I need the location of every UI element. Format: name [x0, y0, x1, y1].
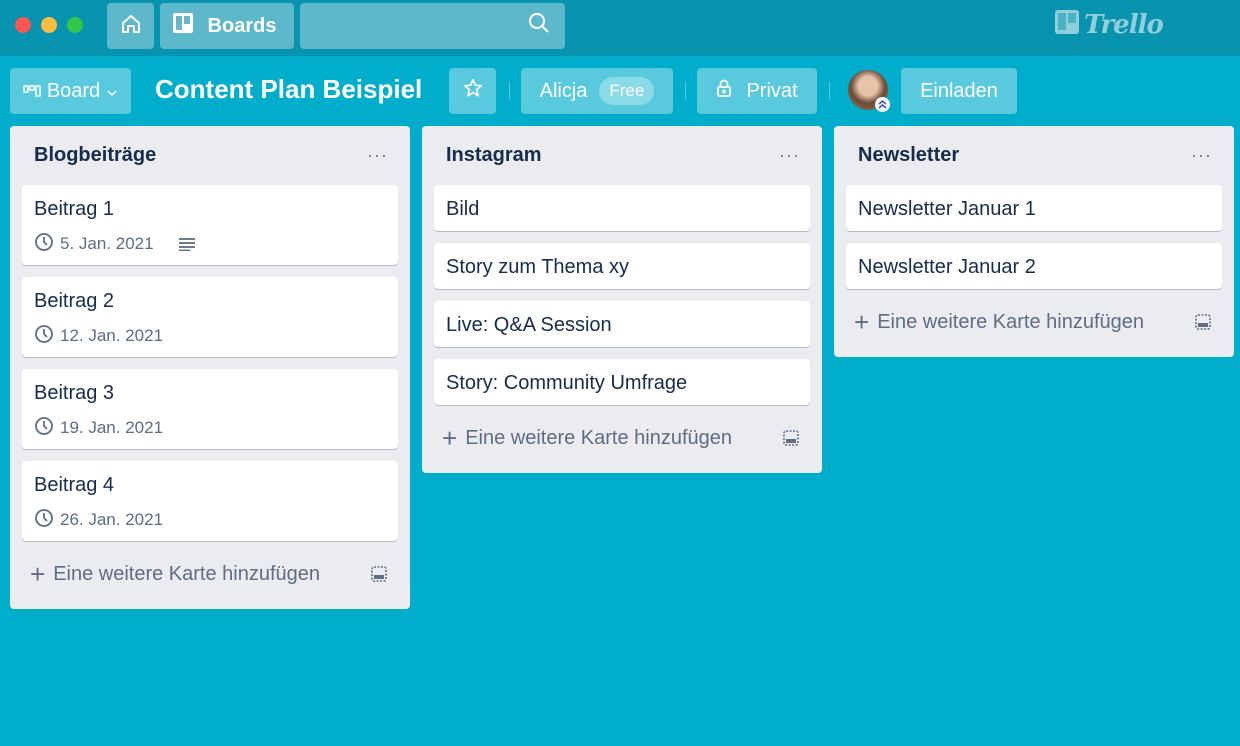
boards-icon — [172, 12, 194, 40]
chevron-down-icon — [106, 80, 118, 103]
card-title: Beitrag 2 — [34, 290, 115, 312]
clock-icon — [34, 232, 54, 257]
add-card-button[interactable]: + Eine weitere Karte hinzufügen — [442, 425, 732, 451]
card-badges: 26. Jan. 2021 — [34, 508, 386, 533]
member-avatar[interactable] — [848, 70, 890, 112]
search-input[interactable] — [300, 3, 565, 49]
list-footer: + Eine weitere Karte hinzufügen — [434, 415, 810, 461]
list-instagram: Instagram ··· Bild Story zum Thema xy Li… — [422, 126, 822, 473]
home-button[interactable] — [107, 3, 154, 49]
trello-logo[interactable]: Trello — [1054, 9, 1164, 40]
list-header: Newsletter ··· — [846, 126, 1222, 185]
card-badges: 19. Jan. 2021 — [34, 416, 386, 441]
list-header: Instagram ··· — [434, 126, 810, 185]
search-icon[interactable] — [528, 12, 550, 39]
boards-button[interactable]: Boards — [160, 3, 294, 49]
trello-logo-text: Trello — [1084, 9, 1164, 40]
list-title[interactable]: Instagram — [446, 144, 542, 167]
card-title: Story: Community Umfrage — [446, 372, 688, 394]
star-board-button[interactable] — [449, 68, 496, 114]
privacy-button[interactable]: Privat — [697, 68, 817, 114]
card-badges: 12. Jan. 2021 — [34, 324, 386, 349]
card[interactable]: Beitrag 1 5. Jan. 2021 — [22, 185, 398, 265]
card[interactable]: Beitrag 2 12. Jan. 2021 — [22, 277, 398, 357]
board-view-label: Board — [46, 79, 101, 102]
due-date: 12. Jan. 2021 — [60, 326, 164, 345]
card-title: Beitrag 4 — [34, 474, 115, 496]
list-footer: + Eine weitere Karte hinzufügen — [846, 299, 1222, 345]
card-template-icon[interactable] — [782, 429, 800, 447]
clock-icon — [34, 508, 54, 533]
card-title: Story zum Thema xy — [446, 256, 630, 278]
window-minimize-button[interactable] — [41, 17, 57, 33]
app-topbar: Boards Trello — [0, 0, 1240, 56]
plus-icon: + — [442, 423, 458, 453]
description-icon — [178, 237, 196, 251]
card-title: Newsletter Januar 2 — [858, 256, 1036, 278]
due-date: 5. Jan. 2021 — [60, 234, 154, 253]
list-menu-button[interactable]: ··· — [779, 145, 800, 166]
board-view-icon — [23, 80, 41, 103]
plus-icon: + — [854, 307, 870, 337]
window-close-button[interactable] — [15, 17, 31, 33]
list-newsletter: Newsletter ··· Newsletter Januar 1 Newsl… — [834, 126, 1234, 357]
add-card-label: Eine weitere Karte hinzufügen — [465, 426, 733, 449]
card[interactable]: Story zum Thema xy — [434, 243, 810, 289]
list-menu-button[interactable]: ··· — [367, 145, 388, 166]
card-title: Newsletter Januar 1 — [858, 198, 1036, 220]
list-title[interactable]: Blogbeiträge — [34, 144, 156, 167]
list-title[interactable]: Newsletter — [858, 144, 959, 167]
card[interactable]: Newsletter Januar 1 — [846, 185, 1222, 231]
card-title: Beitrag 3 — [34, 382, 115, 404]
clock-icon — [34, 416, 54, 441]
card[interactable]: Newsletter Januar 2 — [846, 243, 1222, 289]
card-title: Live: Q&A Session — [446, 314, 612, 336]
add-card-label: Eine weitere Karte hinzufügen — [53, 562, 321, 585]
card[interactable]: Bild — [434, 185, 810, 231]
window-maximize-button[interactable] — [67, 17, 83, 33]
card-title: Bild — [446, 198, 480, 220]
add-card-label: Eine weitere Karte hinzufügen — [877, 310, 1145, 333]
card[interactable]: Beitrag 4 26. Jan. 2021 — [22, 461, 398, 541]
add-card-button[interactable]: + Eine weitere Karte hinzufügen — [30, 561, 320, 587]
invite-button[interactable]: Einladen — [901, 68, 1017, 114]
header-divider — [509, 82, 510, 100]
trello-logo-icon — [1054, 9, 1080, 40]
admin-chevrons-icon — [875, 97, 890, 112]
list-menu-button[interactable]: ··· — [1191, 145, 1212, 166]
board-title[interactable]: Content Plan Beispiel — [155, 74, 422, 105]
card-template-icon[interactable] — [1194, 313, 1212, 331]
list-footer: + Eine weitere Karte hinzufügen — [22, 551, 398, 597]
card-title: Beitrag 1 — [34, 198, 115, 220]
header-divider — [685, 82, 686, 100]
team-label: Alicja — [539, 79, 588, 102]
card-template-icon[interactable] — [370, 565, 388, 583]
due-date: 19. Jan. 2021 — [60, 418, 164, 437]
header-divider — [829, 82, 830, 100]
plus-icon: + — [30, 559, 46, 589]
due-date: 26. Jan. 2021 — [60, 510, 164, 529]
list-header: Blogbeiträge ··· — [22, 126, 398, 185]
home-icon — [120, 13, 142, 40]
card[interactable]: Beitrag 3 19. Jan. 2021 — [22, 369, 398, 449]
boards-label: Boards — [207, 14, 277, 37]
card[interactable]: Story: Community Umfrage — [434, 359, 810, 405]
plan-badge: Free — [599, 77, 655, 105]
add-card-button[interactable]: + Eine weitere Karte hinzufügen — [854, 309, 1144, 335]
board-view-switcher[interactable]: Board — [10, 68, 131, 114]
team-button[interactable]: Alicja Free — [521, 68, 673, 114]
board-header: Board Content Plan Beispiel Alicja Free … — [0, 56, 1240, 126]
clock-icon — [34, 324, 54, 349]
card[interactable]: Live: Q&A Session — [434, 301, 810, 347]
privacy-label: Privat — [746, 79, 798, 102]
list-blogbeitraege: Blogbeiträge ··· Beitrag 1 5. Jan. 2021 … — [10, 126, 410, 609]
lock-icon — [716, 78, 732, 104]
card-badges: 5. Jan. 2021 — [34, 232, 386, 257]
star-icon — [462, 77, 484, 105]
